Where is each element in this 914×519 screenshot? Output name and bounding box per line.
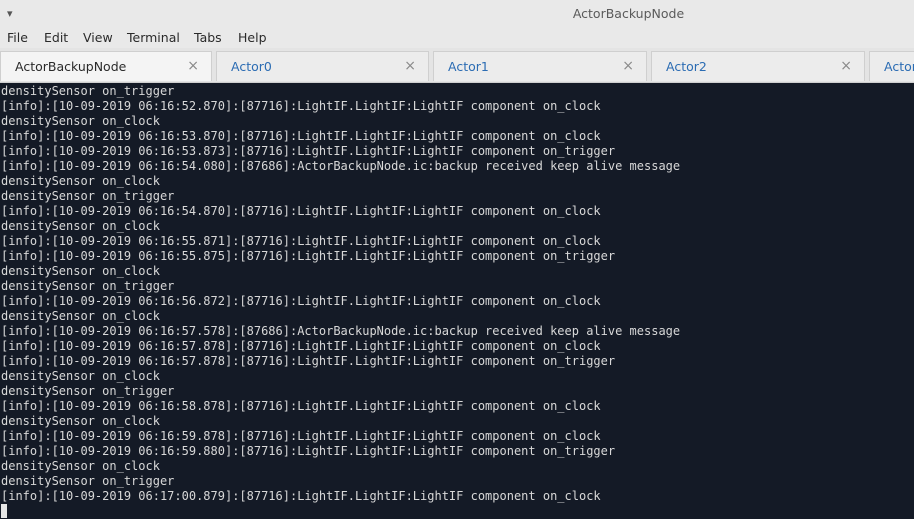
close-icon[interactable]: × [622,52,634,82]
terminal-line: [info]:[10-09-2019 06:16:55.875]:[87716]… [1,249,616,263]
terminal-line: [info]:[10-09-2019 06:16:57.878]:[87716]… [1,339,601,353]
window-title: ActorBackupNode [572,6,685,21]
menu-view[interactable]: View [83,28,113,48]
terminal-line: densitySensor on_trigger [1,384,175,398]
terminal-line: [info]:[10-09-2019 06:16:52.870]:[87716]… [1,99,601,113]
tab-label: Actor1 [448,59,489,74]
terminal-line: [info]:[10-09-2019 06:16:57.578]:[87686]… [1,324,681,338]
terminal-line: densitySensor on_trigger [1,474,175,488]
menu-bar: File Edit View Terminal Tabs Help [0,28,914,48]
terminal-line: densitySensor on_clock [1,114,160,128]
terminal-line: densitySensor on_clock [1,369,160,383]
menu-help[interactable]: Help [238,28,267,48]
menu-file[interactable]: File [7,28,28,48]
terminal-line: [info]:[10-09-2019 06:16:56.872]:[87716]… [1,294,601,308]
terminal-line: [info]:[10-09-2019 06:17:00.879]:[87716]… [1,489,601,503]
terminal-window: ▾ ActorBackupNode File Edit View Termina… [0,0,914,519]
terminal-line: densitySensor on_trigger [1,189,175,203]
tab-label: Actor [884,59,914,74]
terminal-line: [info]:[10-09-2019 06:16:58.878]:[87716]… [1,399,601,413]
menu-tabs[interactable]: Tabs [194,28,222,48]
terminal-line: [info]:[10-09-2019 06:16:53.870]:[87716]… [1,129,601,143]
terminal-line: [info]:[10-09-2019 06:16:59.880]:[87716]… [1,444,616,458]
terminal-line: densitySensor on_clock [1,174,160,188]
terminal-line: [info]:[10-09-2019 06:16:54.870]:[87716]… [1,204,601,218]
close-icon[interactable]: × [404,52,416,82]
tab-label: ActorBackupNode [15,59,127,74]
terminal-line: [info]:[10-09-2019 06:16:53.873]:[87716]… [1,144,616,158]
terminal-line: densitySensor on_clock [1,264,160,278]
terminal-line: [info]:[10-09-2019 06:16:55.871]:[87716]… [1,234,601,248]
terminal-line: [info]:[10-09-2019 06:16:57.878]:[87716]… [1,354,616,368]
tab-label: Actor2 [666,59,707,74]
menu-terminal[interactable]: Terminal [127,28,180,48]
tab-bar: ActorBackupNode × Actor0 × Actor1 × Acto… [0,48,914,83]
terminal-line: densitySensor on_trigger [1,84,175,98]
menu-edit[interactable]: Edit [44,28,68,48]
terminal-output[interactable]: densitySensor on_trigger [info]:[10-09-2… [0,84,914,519]
tab-actor2[interactable]: Actor2 × [651,51,865,81]
title-bar: ▾ ActorBackupNode [0,0,914,28]
close-icon[interactable]: × [187,52,199,82]
terminal-line: densitySensor on_trigger [1,279,175,293]
terminal-line: densitySensor on_clock [1,459,160,473]
tab-actor-partial[interactable]: Actor [869,51,914,81]
tab-actor0[interactable]: Actor0 × [216,51,429,81]
tab-actorbackupnode[interactable]: ActorBackupNode × [0,51,212,81]
terminal-line: [info]:[10-09-2019 06:16:54.080]:[87686]… [1,159,681,173]
terminal-line: densitySensor on_clock [1,309,160,323]
terminal-line: [info]:[10-09-2019 06:16:59.878]:[87716]… [1,429,601,443]
tab-label: Actor0 [231,59,272,74]
tab-actor1[interactable]: Actor1 × [433,51,647,81]
terminal-line: densitySensor on_clock [1,219,160,233]
close-icon[interactable]: × [840,52,852,82]
terminal-line: densitySensor on_clock [1,414,160,428]
terminal-cursor [1,504,7,518]
